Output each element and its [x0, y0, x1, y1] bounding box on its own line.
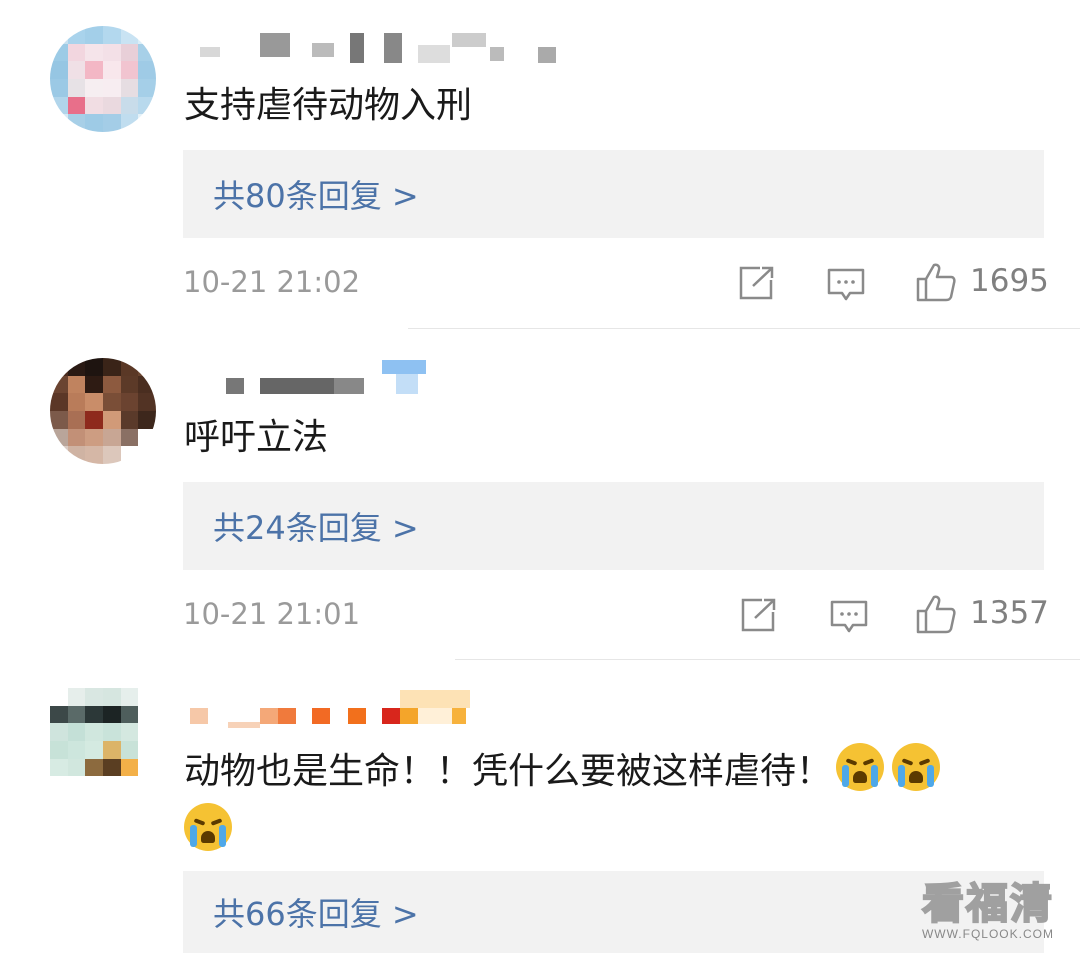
share-icon[interactable]	[740, 597, 778, 633]
username[interactable]	[190, 690, 480, 728]
thumbs-up-icon[interactable]	[915, 261, 957, 303]
comment-icon[interactable]	[826, 267, 866, 303]
like-count: 1695	[970, 263, 1049, 299]
replies-label: 共66条回复 >	[213, 895, 419, 933]
crying-face-emoji	[836, 743, 885, 791]
replies-label: 共80条回复 >	[213, 177, 419, 215]
thumbs-up-icon[interactable]	[915, 593, 957, 635]
view-replies-button[interactable]: 共66条回复 >	[183, 871, 1044, 953]
view-replies-button[interactable]: 共24条回复 >	[183, 482, 1044, 570]
username[interactable]	[200, 33, 560, 63]
avatar[interactable]	[50, 358, 156, 464]
divider	[408, 328, 1080, 329]
avatar[interactable]	[50, 26, 156, 132]
comment-icon[interactable]	[829, 599, 869, 635]
watermark: 看福清 WWW.FQLOOK.COM	[921, 870, 1054, 941]
timestamp: 10-21 21:02	[183, 265, 361, 299]
crying-face-emoji	[184, 803, 232, 851]
watermark-logo: 看福清	[921, 878, 1054, 929]
comment-text: 支持虐待动物入刑	[184, 85, 473, 126]
comment-meta: 10-21 21:01 1357	[0, 595, 1080, 637]
comment-text: 呼吁立法	[184, 417, 329, 458]
comment-meta: 10-21 21:02 1695	[0, 263, 1080, 305]
like-count: 1357	[970, 595, 1049, 631]
comment-text: 动物也是生命！！凭什么要被这样虐待！	[184, 742, 1024, 862]
view-replies-button[interactable]: 共80条回复 >	[183, 150, 1044, 238]
crying-face-emoji	[892, 743, 941, 791]
username[interactable]	[200, 360, 440, 394]
avatar[interactable]	[50, 688, 156, 794]
share-icon[interactable]	[738, 265, 776, 301]
comment-text-body: 动物也是生命！！凭什么要被这样虐待！	[184, 751, 833, 792]
watermark-url: WWW.FQLOOK.COM	[921, 927, 1054, 941]
divider	[455, 659, 1080, 660]
timestamp: 10-21 21:01	[183, 597, 361, 631]
replies-label: 共24条回复 >	[213, 509, 419, 547]
